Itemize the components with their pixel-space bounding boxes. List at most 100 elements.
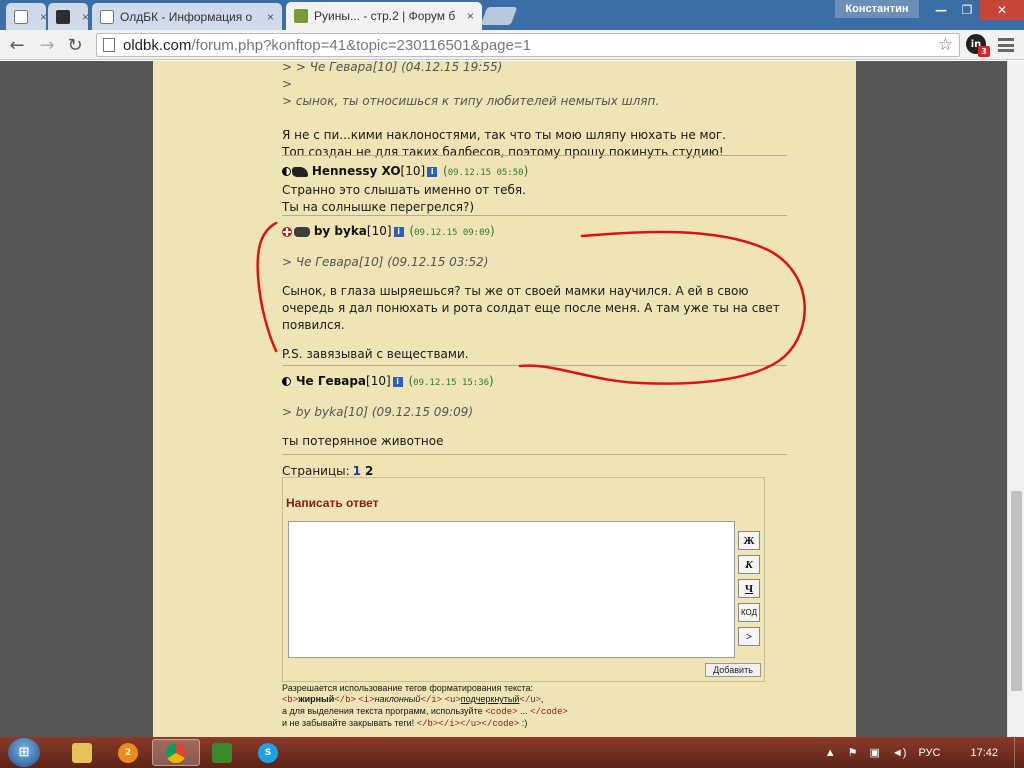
clock[interactable]: 17:42 xyxy=(970,747,998,759)
underline-button[interactable]: Ч xyxy=(738,579,760,598)
arrow-button[interactable]: > xyxy=(738,627,760,646)
post-author[interactable]: Че Гевара xyxy=(296,374,366,388)
tray-expand-icon[interactable]: ▲ xyxy=(825,747,836,759)
forum-post: Че Гевара[10] i (09.12.15 15:36) > by byk… xyxy=(282,373,787,450)
post-header: Hennessy XO[10] i (09.12.15 05:50) xyxy=(282,163,787,182)
extension-badge: 3 xyxy=(978,46,990,57)
forum-post: by byka[10] i (09.12.15 09:09) > Че Гевар… xyxy=(282,223,787,363)
address-bar[interactable]: oldbk.com/forum.php?konftop=41&topic=230… xyxy=(96,33,960,57)
post-author[interactable]: Hennessy XO xyxy=(312,164,401,178)
browser-tab[interactable]: ОлдБК - Информация о × xyxy=(92,3,282,30)
skype-icon: S xyxy=(258,742,278,763)
forward-icon[interactable]: → xyxy=(36,34,58,56)
taskbar-app[interactable] xyxy=(198,739,246,766)
taskbar-app[interactable]: 2 xyxy=(104,739,152,766)
post-timestamp: 09.12.15 15:36 xyxy=(413,378,490,388)
post-quote: > Че Гевара[10] (09.12.15 03:52) xyxy=(282,255,489,269)
help-line: и не забывайте закрывать теги! </b></i><… xyxy=(282,718,528,729)
close-icon[interactable]: × xyxy=(40,10,46,24)
bookmark-star-icon[interactable]: ☆ xyxy=(938,35,953,55)
post-line: Я не с пи...кими наклоностями, так что т… xyxy=(282,128,727,142)
flag-icon[interactable]: ⚑ xyxy=(848,746,858,759)
network-icon[interactable]: ▣ xyxy=(869,746,879,759)
reply-form: Написать ответ Ж К Ч КОД > Добавить xyxy=(282,477,765,682)
reply-textarea[interactable] xyxy=(288,521,735,658)
app-icon: 2 xyxy=(118,742,138,763)
scrollbar-thumb[interactable] xyxy=(1011,491,1022,691)
post-header: by byka[10] i (09.12.15 09:09) xyxy=(282,223,787,242)
close-icon[interactable]: × xyxy=(267,10,274,24)
page-link-1[interactable]: 1 xyxy=(353,464,361,478)
chrome-icon xyxy=(166,742,186,763)
close-window-icon[interactable]: ✕ xyxy=(980,0,1024,20)
close-icon[interactable]: × xyxy=(82,10,88,24)
forum-panel: > > Че Гевара[10] (04.12.15 19:55) > > с… xyxy=(153,61,856,737)
page-icon xyxy=(103,38,115,52)
alignment-icon xyxy=(282,167,291,176)
post-divider xyxy=(282,454,787,455)
reload-icon[interactable]: ↻ xyxy=(64,34,86,56)
volume-icon[interactable]: ◄) xyxy=(892,747,907,759)
browser-titlebar: × × ОлдБК - Информация о × Руины... - ст… xyxy=(0,0,1024,30)
post-author[interactable]: by byka xyxy=(314,224,367,238)
minimize-icon[interactable]: — xyxy=(928,0,954,20)
info-icon[interactable]: i xyxy=(392,376,403,387)
post-line: Странно это слышать именно от тебя. xyxy=(282,183,526,197)
taskbar: ⊞ 2 S ▲ ⚑ ▣ ◄) РУС 17:42 xyxy=(0,737,1024,768)
menu-icon[interactable] xyxy=(998,38,1014,52)
folder-icon xyxy=(72,742,92,763)
clan-icon xyxy=(292,166,308,177)
pagination-label: Страницы: xyxy=(282,464,350,478)
post-header: Че Гевара[10] i (09.12.15 15:36) xyxy=(282,373,787,392)
close-icon[interactable]: × xyxy=(467,9,474,23)
help-line: <b>жирный</b> <i>наклонный</i> <u>подчер… xyxy=(282,694,544,705)
help-line: Разрешается использование тегов форматир… xyxy=(282,683,534,693)
quote-header: > > Че Гевара[10] (04.12.15 19:55) xyxy=(282,61,503,74)
author-level: [10] xyxy=(366,224,392,238)
forum-post: Hennessy XO[10] i (09.12.15 05:50) Странн… xyxy=(282,163,787,216)
taskbar-chrome[interactable] xyxy=(152,739,200,766)
post-divider xyxy=(282,215,787,216)
post-line: Ты на солнышке перегрелся?) xyxy=(282,200,475,214)
page-icon xyxy=(100,9,114,24)
game-icon xyxy=(212,742,232,763)
submit-button[interactable]: Добавить xyxy=(705,663,761,677)
back-icon[interactable]: ← xyxy=(6,34,28,56)
post-body: ты потерянное животное xyxy=(282,434,444,448)
taskbar-explorer[interactable] xyxy=(58,739,106,766)
new-tab-button[interactable] xyxy=(480,7,518,25)
info-icon[interactable]: i xyxy=(393,226,404,237)
page-viewport: > > Че Гевара[10] (04.12.15 19:55) > > с… xyxy=(0,61,1007,737)
author-level: [10] xyxy=(366,374,391,388)
input-language[interactable]: РУС xyxy=(918,747,940,759)
taskbar-skype[interactable]: S xyxy=(244,739,292,766)
bold-button[interactable]: Ж xyxy=(738,531,760,550)
post-line: Топ создан не для таких балбесов, поэтом… xyxy=(282,145,724,159)
post-body: Сынок, в глаза шыряешься? ты же от своей… xyxy=(282,284,780,332)
show-desktop-button[interactable] xyxy=(1014,737,1024,768)
clan-icon xyxy=(294,226,310,237)
post-timestamp: 09.12.15 05:50 xyxy=(447,168,524,178)
scrollbar[interactable] xyxy=(1007,61,1024,737)
alignment-icon xyxy=(282,226,292,237)
alignment-icon xyxy=(282,377,291,386)
help-line: а для выделения текста программ, использ… xyxy=(282,706,568,717)
code-button[interactable]: КОД xyxy=(738,603,760,622)
author-level: [10] xyxy=(400,164,426,178)
browser-tab[interactable]: × xyxy=(48,3,88,30)
post-divider xyxy=(282,155,787,156)
format-help: Разрешается использование тегов форматир… xyxy=(282,683,762,730)
reply-title: Написать ответ xyxy=(286,496,379,510)
quote-block: > > Че Гевара[10] (04.12.15 19:55) > > с… xyxy=(282,61,726,161)
browser-tab-active[interactable]: Руины... - стр.2 | Форум б × xyxy=(286,2,482,30)
page-current: 2 xyxy=(365,464,374,478)
quote-text: > сынок, ты относишься к типу любителей … xyxy=(282,94,660,108)
start-button[interactable]: ⊞ xyxy=(8,738,40,767)
maximize-icon[interactable]: ❐ xyxy=(954,0,980,20)
page-icon xyxy=(14,9,28,24)
info-icon[interactable]: i xyxy=(427,166,438,177)
browser-tab[interactable]: × xyxy=(6,3,46,30)
profile-name[interactable]: Константин xyxy=(835,0,919,18)
italic-button[interactable]: К xyxy=(738,555,760,574)
browser-toolbar: ← → ↻ oldbk.com/forum.php?konftop=41&top… xyxy=(0,30,1024,60)
